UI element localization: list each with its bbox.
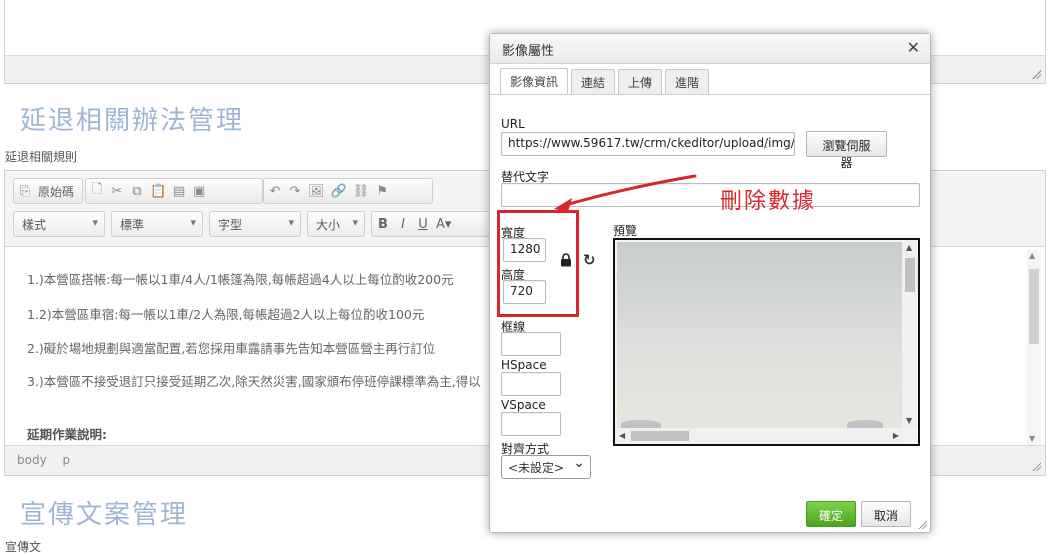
style-combo[interactable]: 樣式	[13, 211, 105, 237]
flag-icon[interactable]: ⚑	[375, 184, 389, 199]
url-input[interactable]: https://www.59617.tw/crm/ckeditor/upload…	[501, 132, 795, 156]
content-line: 1.2)本營區車宿:每一帳以1車/2人為限,每帳超過2人以上每位酌收100元	[27, 307, 425, 322]
image-preview: ▲ ▼ ◀ ▶	[613, 238, 920, 446]
scroll-down-icon[interactable]: ▼	[906, 416, 912, 425]
ok-button[interactable]: 確定	[806, 501, 856, 527]
path-body[interactable]: body	[17, 453, 47, 467]
vspace-label: VSpace	[501, 398, 546, 412]
unlink-icon[interactable]: ⛓	[353, 184, 370, 199]
dialog-tabs: 影像資訊 連結 上傳 進階	[500, 68, 710, 95]
tab-divider	[490, 94, 930, 95]
underline-icon[interactable]: U	[416, 217, 430, 232]
tab-upload[interactable]: 上傳	[618, 69, 663, 94]
hspace-label: HSpace	[501, 358, 547, 372]
scroll-right-icon[interactable]: ▶	[893, 431, 899, 440]
browse-server-button[interactable]: 瀏覽伺服器	[806, 131, 887, 170]
cancel-button[interactable]: 取消	[861, 501, 911, 527]
new-page-icon[interactable]: 🗋	[90, 180, 104, 202]
italic-icon[interactable]: I	[396, 217, 410, 232]
url-label: URL	[501, 117, 525, 131]
dialog-title: 影像屬性	[502, 44, 555, 59]
paste-text-icon[interactable]: ▤	[172, 184, 186, 199]
vspace-input[interactable]	[501, 412, 561, 436]
copy-icon[interactable]: ⧉	[130, 184, 144, 199]
preview-vscroll-thumb[interactable]	[905, 258, 915, 292]
dialog-header[interactable]: 影像屬性 ✕	[490, 34, 930, 64]
preview-ridge	[621, 420, 661, 428]
undo-icon[interactable]: ↶	[268, 184, 282, 199]
annotation-highlight-box	[497, 210, 579, 317]
preview-label: 預覽	[613, 224, 638, 238]
section-subtitle-postpone: 延退相關規則	[5, 150, 78, 164]
scroll-down-icon[interactable]: ▼	[1029, 434, 1035, 443]
insert-toolbar-group: ↶ ↷ 🖼 🔗 ⛓ ⚑	[263, 178, 433, 204]
paste-word-icon[interactable]: ▣	[192, 184, 206, 199]
cut-icon[interactable]: ✂	[110, 184, 124, 199]
redo-icon[interactable]: ↷	[288, 184, 302, 199]
hspace-input[interactable]	[501, 372, 561, 396]
resize-grip[interactable]	[1032, 70, 1041, 79]
preview-ridge	[847, 420, 883, 428]
source-button[interactable]: ⎘ 原始碼	[13, 178, 83, 204]
section-title-promo: 宣傳文案管理	[20, 500, 189, 530]
border-input[interactable]	[501, 332, 561, 356]
clipboard-toolbar-group: 🗋 ✂ ⧉ 📋 ▤ ▣	[85, 178, 263, 204]
preview-image	[617, 242, 903, 428]
content-heading: 延期作業說明:	[27, 427, 107, 442]
tab-advanced[interactable]: 進階	[665, 69, 710, 94]
scroll-up-icon[interactable]: ▲	[1029, 251, 1035, 260]
path-p[interactable]: p	[63, 453, 71, 467]
tab-link[interactable]: 連結	[571, 69, 616, 94]
image-icon[interactable]: 🖼	[308, 184, 325, 199]
scroll-up-icon[interactable]: ▲	[906, 243, 912, 252]
source-label: 原始碼	[38, 184, 75, 199]
annotation-text: 刪除數據	[720, 189, 817, 214]
preview-vscrollbar[interactable]: ▲ ▼	[902, 240, 918, 428]
paste-icon[interactable]: 📋	[150, 184, 166, 199]
preview-hscrollbar[interactable]: ◀ ▶	[615, 428, 903, 444]
format-combo[interactable]: 標準	[111, 211, 203, 237]
resize-grip[interactable]	[1032, 462, 1041, 471]
content-line: 3.)本營區不接受退訂只接受延期乙次,除天然災害,國家頒布停班停課標準為主,得以	[27, 374, 481, 389]
content-line: 2.)礙於場地規劃與適當配置,若您採用車露請事先告知本營區營主再行訂位	[27, 341, 436, 356]
font-combo[interactable]: 字型	[209, 211, 301, 237]
section-title-postpone: 延退相關辦法管理	[20, 106, 245, 136]
editor-scrollbar[interactable]: ▲ ▼	[1027, 249, 1041, 445]
scroll-left-icon[interactable]: ◀	[619, 431, 625, 440]
align-select[interactable]: <未設定>	[501, 455, 591, 479]
text-color-icon[interactable]: A▾	[436, 217, 451, 232]
content-line: 1.)本營區搭帳:每一帳以1車/4人/1帳篷為限,每帳超過4人以上每位酌收200…	[27, 272, 454, 287]
annotation-arrow-icon	[554, 174, 697, 212]
reset-size-icon[interactable]: ↻	[583, 251, 596, 269]
link-icon[interactable]: 🔗	[331, 184, 347, 199]
section-subtitle-promo: 宣傳文	[5, 540, 42, 554]
editor-scrollbar-thumb[interactable]	[1029, 269, 1039, 344]
dialog-resize-grip[interactable]	[918, 520, 927, 529]
bold-icon[interactable]: B	[376, 217, 390, 232]
close-icon[interactable]: ✕	[907, 38, 920, 57]
size-combo[interactable]: 大小	[307, 211, 365, 237]
preview-hscroll-thumb[interactable]	[631, 431, 689, 441]
tab-image-info[interactable]: 影像資訊	[500, 68, 569, 94]
text-style-toolbar-group: B I U A▾	[371, 211, 491, 237]
source-icon: ⎘	[19, 183, 31, 199]
